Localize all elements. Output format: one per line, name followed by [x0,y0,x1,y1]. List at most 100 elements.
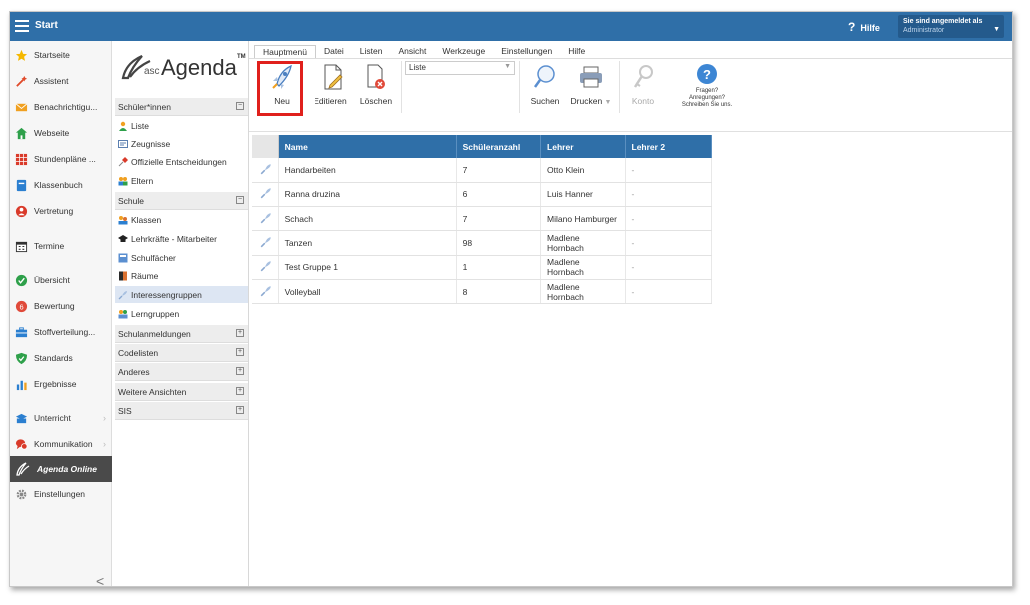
nav-item-einstellungen[interactable]: Einstellungen [10,483,112,505]
cell-lehrer-2[interactable]: - [625,230,712,256]
menu-item-schulfaecher[interactable]: Schulfächer [115,249,248,266]
column-header-schueleranzahl[interactable]: Schüleranzahl [456,135,542,158]
user-menu[interactable]: Sie sind angemeldet als Administrator ▼ [898,15,1004,38]
tab-hauptmenue[interactable]: Hauptmenü [254,45,316,58]
section-codelisten[interactable]: Codelisten + [115,344,248,362]
cell-lehrer[interactable]: Otto Klein [540,158,626,183]
cell-schueleranzahl[interactable]: 7 [456,206,542,232]
column-header-name[interactable]: Name [278,135,457,158]
tab-ansicht[interactable]: Ansicht [390,45,434,58]
nav-item-ergebnisse[interactable]: Ergebnisse [10,373,112,395]
app-title[interactable]: Start [35,20,58,31]
nav-item-stoffverteilung[interactable]: Stoffverteilung... [10,321,112,343]
delete-button[interactable]: Löschen [359,59,393,106]
account-button[interactable]: Konto [627,59,659,106]
cell-lehrer-2[interactable]: - [625,206,712,232]
cell-lehrer-2[interactable]: - [625,158,712,183]
collapse-sidebar-button[interactable]: < [96,573,104,586]
table-row[interactable]: Schach 7 Milano Hamburger - [252,206,712,232]
collapse-toggle-icon[interactable]: − [236,196,244,204]
expand-toggle-icon[interactable]: + [236,329,244,337]
nav-item-vertretung[interactable]: Vertretung [10,200,112,222]
nav-item-uebersicht[interactable]: Übersicht [10,269,112,291]
nav-item-kommunikation[interactable]: Kommunikation › [10,433,112,455]
cell-lehrer[interactable]: Madlene Hornbach [540,279,626,305]
table-row[interactable]: Tanzen 98 Madlene Hornbach - [252,230,712,256]
tab-datei[interactable]: Datei [316,45,352,58]
envelope-icon [15,102,28,111]
cell-lehrer-2[interactable]: - [625,255,712,280]
print-dropdown-icon[interactable]: ▼ [605,99,612,106]
search-button[interactable]: Suchen [529,59,561,106]
table-row[interactable]: Ranna druzina 6 Luis Hanner - [252,182,712,208]
timetable-icon [15,153,28,165]
table-row[interactable]: Test Gruppe 1 1 Madlene Hornbach - [252,255,712,280]
nav-item-bewertung[interactable]: 6 Bewertung [10,295,112,317]
collapse-toggle-icon[interactable]: − [236,102,244,110]
nav-item-stundenplaene[interactable]: Stundenpläne ... [10,148,112,170]
feedback-button[interactable]: ? Fragen? Anregungen? Schreiben Sie uns. [677,63,737,109]
pin-icon [118,156,128,166]
column-header-lehrer[interactable]: Lehrer [540,135,626,158]
menu-item-lehrkraefte[interactable]: Lehrkräfte - Mitarbeiter [115,230,248,247]
cell-schueleranzahl[interactable]: 6 [456,182,542,208]
section-schueler[interactable]: Schüler*innen − [115,98,248,116]
edit-button[interactable]: Editieren [315,59,351,106]
cell-name[interactable]: Ranna druzina [278,182,457,208]
cell-lehrer[interactable]: Madlene Hornbach [540,230,626,256]
parents-icon [118,176,128,185]
nav-item-startseite[interactable]: Startseite [10,44,112,66]
expand-toggle-icon[interactable]: + [236,348,244,356]
cell-lehrer[interactable]: Luis Hanner [540,182,626,208]
tab-listen[interactable]: Listen [352,45,391,58]
table-row[interactable]: Volleyball 8 Madlene Hornbach - [252,279,712,305]
cell-schueleranzahl[interactable]: 7 [456,158,542,183]
menu-item-offizielle-entscheidungen[interactable]: Offizielle Entscheidungen [115,153,248,170]
help-button[interactable]: ? Hilfe [848,20,880,34]
tab-einstellungen[interactable]: Einstellungen [493,45,560,58]
section-schulanmeldungen[interactable]: Schulanmeldungen + [115,325,248,343]
cell-schueleranzahl[interactable]: 8 [456,279,542,305]
cell-name[interactable]: Schach [278,206,457,232]
tab-werkzeuge[interactable]: Werkzeuge [434,45,493,58]
cell-name[interactable]: Test Gruppe 1 [278,255,457,280]
cell-lehrer-2[interactable]: - [625,182,712,208]
nav-item-benachrichtigungen[interactable]: Benachrichtigu... [10,96,112,118]
nav-item-webseite[interactable]: Webseite [10,122,112,144]
cell-schueleranzahl[interactable]: 98 [456,230,542,256]
menu-item-interessengruppen[interactable]: Interessengruppen [115,286,248,303]
cell-schueleranzahl[interactable]: 1 [456,255,542,280]
menu-item-eltern[interactable]: Eltern [115,172,248,189]
nav-item-assistent[interactable]: Assistent [10,70,112,92]
menu-item-lerngruppen[interactable]: Lerngruppen [115,305,248,322]
expand-toggle-icon[interactable]: + [236,387,244,395]
expand-toggle-icon[interactable]: + [236,367,244,375]
cell-lehrer-2[interactable]: - [625,279,712,305]
nav-item-agenda-online[interactable]: Agenda Online [10,456,112,482]
table-row[interactable]: Handarbeiten 7 Otto Klein - [252,158,712,183]
cell-name[interactable]: Volleyball [278,279,457,305]
section-weitere-ansichten[interactable]: Weitere Ansichten + [115,383,248,401]
nav-item-termine[interactable]: Termine [10,235,112,257]
section-schule[interactable]: Schule − [115,192,248,210]
expand-toggle-icon[interactable]: + [236,406,244,414]
menu-item-raeume[interactable]: Räume [115,267,248,284]
cell-name[interactable]: Handarbeiten [278,158,457,183]
menu-item-klassen[interactable]: Klassen [115,211,248,228]
nav-item-klassenbuch[interactable]: Klassenbuch [10,174,112,196]
section-sis[interactable]: SIS + [115,402,248,420]
cell-lehrer[interactable]: Madlene Hornbach [540,255,626,280]
print-button[interactable]: Drucken ▼ [569,59,613,106]
view-select[interactable]: Liste ▼ [405,61,515,75]
column-header-lehrer-2[interactable]: Lehrer 2 [625,135,712,158]
nav-label: Übersicht [34,275,70,285]
nav-item-standards[interactable]: Standards [10,347,112,369]
section-anderes[interactable]: Anderes + [115,363,248,381]
cell-name[interactable]: Tanzen [278,230,457,256]
nav-item-unterricht[interactable]: Unterricht › [10,407,112,429]
menu-item-zeugnisse[interactable]: Zeugnisse [115,135,248,152]
tab-hilfe[interactable]: Hilfe [560,45,593,58]
cell-lehrer[interactable]: Milano Hamburger [540,206,626,232]
hamburger-menu-icon[interactable] [15,20,29,32]
menu-item-liste[interactable]: Liste [115,117,248,134]
